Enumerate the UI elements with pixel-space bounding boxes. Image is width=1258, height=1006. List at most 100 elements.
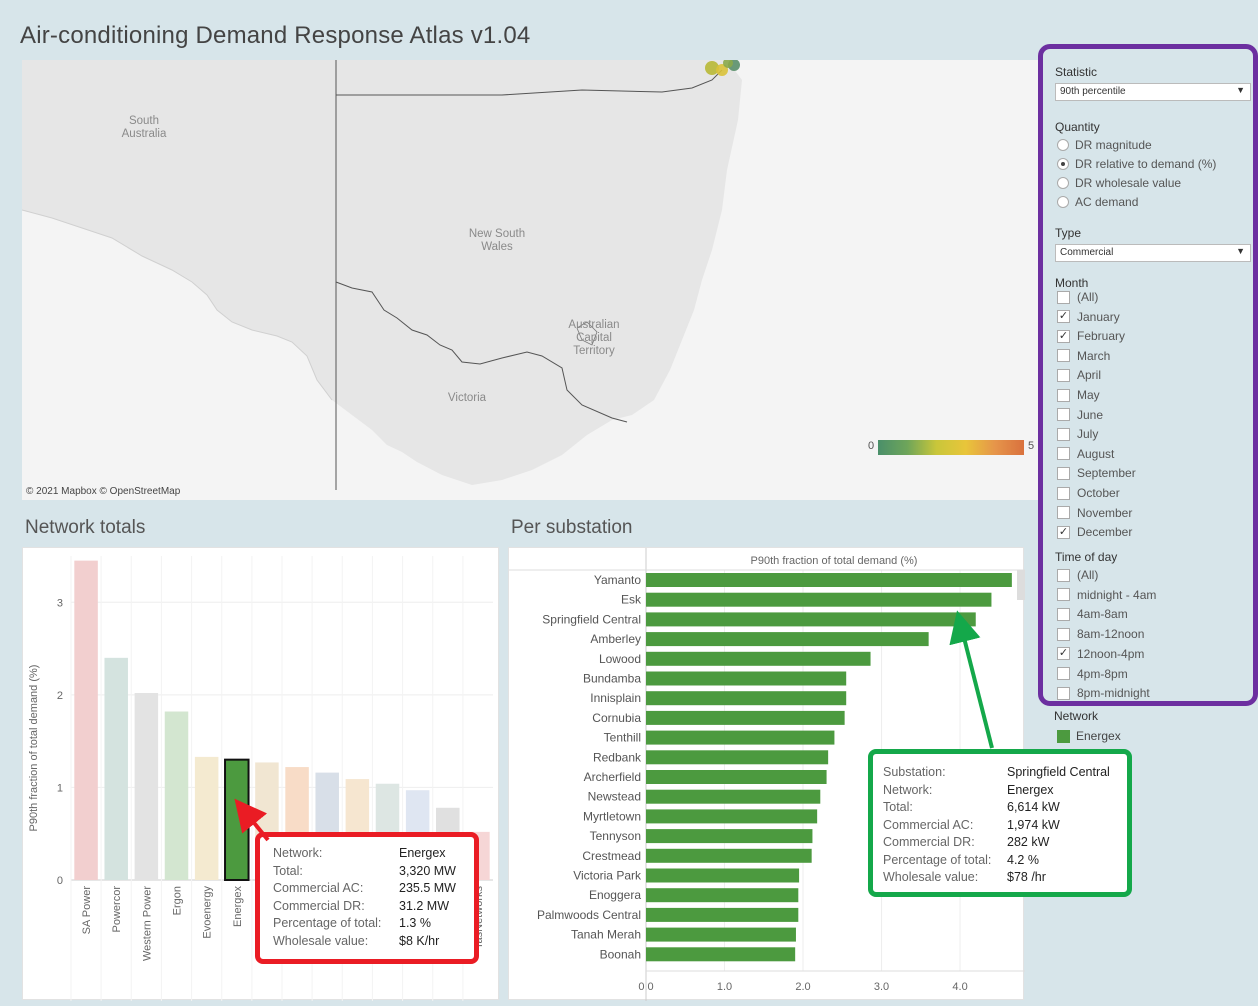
bar[interactable] — [646, 691, 847, 706]
month-option[interactable]: May — [1057, 388, 1100, 402]
bar[interactable] — [646, 888, 799, 903]
x-tick-label: Powercor — [111, 886, 123, 933]
category-label: Archerfield — [584, 770, 641, 784]
checkbox[interactable] — [1057, 349, 1070, 363]
bar[interactable] — [646, 770, 827, 784]
month-option[interactable]: November — [1057, 506, 1132, 520]
quantity-option[interactable]: DR wholesale value — [1057, 176, 1181, 190]
checkbox[interactable]: ✓ — [1057, 647, 1070, 661]
checkbox[interactable] — [1057, 368, 1070, 382]
bar[interactable] — [646, 848, 812, 863]
bar[interactable] — [646, 789, 821, 804]
tooltip-row: Total: 3,320 MW — [273, 863, 474, 881]
checkbox[interactable] — [1057, 506, 1070, 520]
scrollbar-thumb[interactable] — [1017, 570, 1025, 600]
statistic-value: 90th percentile — [1060, 86, 1126, 97]
month-option[interactable]: October — [1057, 486, 1120, 500]
bar[interactable] — [646, 907, 799, 922]
tooltip-value: 1,974 kW — [1007, 817, 1060, 832]
bar[interactable] — [224, 758, 250, 882]
bar[interactable] — [646, 927, 796, 942]
time-of-day-option[interactable]: ✓ 12noon-4pm — [1057, 647, 1144, 661]
checkbox[interactable]: ✓ — [1057, 525, 1070, 539]
bar[interactable] — [646, 730, 835, 745]
chevron-down-icon: ▼ — [1236, 246, 1245, 256]
bar[interactable] — [646, 868, 800, 883]
month-option-label: April — [1077, 368, 1102, 383]
checkbox[interactable] — [1057, 568, 1070, 582]
bar[interactable] — [74, 560, 98, 880]
checkbox[interactable]: ✓ — [1057, 329, 1070, 343]
checkbox[interactable] — [1057, 588, 1070, 602]
network-legend-item[interactable]: Energex — [1057, 729, 1121, 743]
network-swatch — [1057, 729, 1070, 743]
radio-button[interactable] — [1057, 139, 1069, 151]
month-option[interactable]: August — [1057, 447, 1114, 461]
bar[interactable] — [646, 573, 1012, 587]
tooltip-row: Wholesale value: $8 K/hr — [273, 933, 474, 951]
tooltip-value: $78 /hr — [1007, 870, 1046, 884]
bar[interactable] — [646, 710, 845, 725]
bar[interactable] — [646, 829, 813, 844]
bar[interactable] — [194, 756, 219, 880]
month-option[interactable]: (All) — [1057, 290, 1098, 304]
checkbox[interactable] — [1057, 447, 1070, 461]
month-option[interactable]: March — [1057, 349, 1110, 363]
category-label: Palmwoods Central — [537, 908, 641, 922]
checkbox[interactable] — [1057, 486, 1070, 500]
x-tick-label: Western Power — [141, 886, 153, 961]
checkbox[interactable] — [1057, 627, 1070, 641]
tooltip-row: Commercial DR: 31.2 MW — [273, 898, 474, 916]
map-view[interactable]: South Australia New South Wales Australi… — [22, 60, 1046, 500]
statistic-select[interactable]: 90th percentile ▼ — [1055, 83, 1251, 101]
checkbox[interactable]: ✓ — [1057, 310, 1070, 324]
time-of-day-option[interactable]: 8am-12noon — [1057, 627, 1144, 641]
bar[interactable] — [646, 809, 818, 824]
quantity-option[interactable]: AC demand — [1057, 195, 1138, 209]
checkbox[interactable] — [1057, 686, 1070, 700]
tooltip-value: 6,614 kW — [1007, 800, 1060, 814]
checkbox[interactable] — [1057, 667, 1070, 680]
time-of-day-option[interactable]: midnight - 4am — [1057, 588, 1156, 602]
bar[interactable] — [646, 750, 829, 765]
bar[interactable] — [104, 657, 128, 880]
radio-button[interactable] — [1057, 177, 1069, 189]
bar[interactable] — [646, 592, 992, 607]
time-of-day-option[interactable]: (All) — [1057, 568, 1098, 582]
time-of-day-option[interactable]: 8pm-midnight — [1057, 686, 1150, 700]
checkbox[interactable] — [1057, 408, 1070, 422]
bar[interactable] — [134, 693, 159, 880]
checkbox[interactable] — [1057, 607, 1070, 621]
tooltip-row: Total: 6,614 kW — [883, 799, 1127, 817]
bar[interactable] — [164, 711, 189, 880]
map-credit[interactable]: © 2021 Mapbox © OpenStreetMap — [26, 486, 180, 497]
bar[interactable] — [646, 651, 871, 666]
category-label: Cornubia — [592, 711, 641, 725]
month-option[interactable]: ✓ January — [1057, 310, 1120, 324]
time-of-day-option[interactable]: 4am-8am — [1057, 607, 1128, 621]
checkbox[interactable] — [1057, 427, 1070, 441]
legend-min: 0 — [868, 440, 875, 452]
tooltip-row: Network: Energex — [883, 782, 1127, 800]
month-option[interactable]: July — [1057, 427, 1098, 441]
radio-button[interactable] — [1057, 158, 1069, 170]
month-option[interactable]: ✓ February — [1057, 329, 1125, 343]
checkbox[interactable] — [1057, 466, 1070, 480]
quantity-option[interactable]: DR magnitude — [1057, 138, 1152, 152]
tooltip-row: Percentage of total: 4.2 % — [883, 852, 1127, 870]
type-select[interactable]: Commercial ▼ — [1055, 244, 1251, 262]
month-option[interactable]: June — [1057, 408, 1103, 422]
checkbox[interactable] — [1057, 290, 1070, 304]
bar[interactable] — [646, 632, 929, 647]
bar[interactable] — [646, 671, 847, 686]
tooltip-key: Wholesale value: — [273, 933, 369, 948]
month-option[interactable]: ✓ December — [1057, 525, 1132, 539]
month-option[interactable]: September — [1057, 466, 1136, 480]
bar[interactable] — [646, 612, 976, 627]
quantity-option[interactable]: DR relative to demand (%) — [1057, 157, 1216, 171]
radio-button[interactable] — [1057, 196, 1069, 208]
checkbox[interactable] — [1057, 388, 1070, 402]
bar[interactable] — [646, 947, 796, 962]
time-of-day-option[interactable]: 4pm-8pm — [1057, 667, 1128, 681]
month-option[interactable]: April — [1057, 368, 1101, 382]
